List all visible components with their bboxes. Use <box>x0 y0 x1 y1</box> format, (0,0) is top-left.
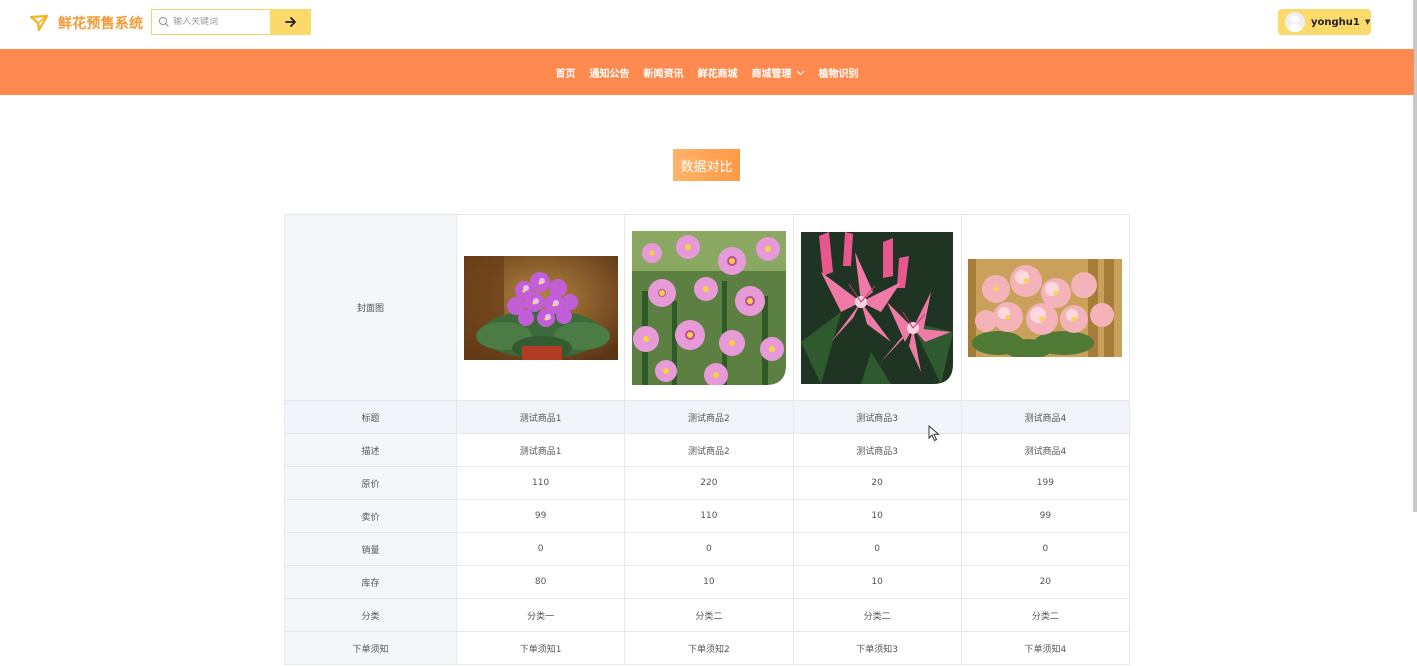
row-label: 描述 <box>284 433 457 467</box>
table-row: 原价 110 220 20 199 <box>284 466 1131 500</box>
avatar <box>1285 12 1305 32</box>
logo[interactable]: 鲜花预售系统 <box>30 13 143 33</box>
table-row: 描述 测试商品1 测试商品2 测试商品3 测试商品4 <box>284 433 1131 467</box>
table-cell: 测试商品4 <box>960 433 1131 467</box>
table-row: 标题 测试商品1 测试商品2 测试商品3 测试商品4 <box>284 400 1131 434</box>
cosmos-flowers-image <box>631 230 786 385</box>
chevron-down-icon <box>796 70 804 75</box>
cover-cell <box>624 214 794 401</box>
row-label: 库存 <box>284 565 457 599</box>
nav-item-plant-recognition[interactable]: 植物识别 <box>819 65 859 80</box>
table-cell: 0 <box>960 532 1131 566</box>
table-cell: 199 <box>960 466 1131 500</box>
table-cell: 分类二 <box>792 598 962 632</box>
caret-down-icon: ▼ <box>1364 18 1371 26</box>
nav-label: 新闻资讯 <box>643 68 684 80</box>
search-icon <box>158 16 169 27</box>
table-cell: 0 <box>792 532 962 566</box>
comparison-table: 封面图 标题 测试商品1 测试商品2 测试商品3 测试商品4 描述 测试商品1 … <box>284 214 1131 665</box>
nav-item-home[interactable]: 首页 <box>556 65 576 80</box>
nav-item-mall-management[interactable]: 商城管理 <box>752 65 805 80</box>
nav-label: 商城管理 <box>751 68 792 80</box>
search-submit-button[interactable] <box>270 9 311 35</box>
nav-label: 植物识别 <box>818 68 859 80</box>
main-nav: 首页 通知公告 新闻资讯 鲜花商城 商城管理 植物识别 <box>0 49 1414 95</box>
top-bar: 鲜花预售系统 yonghu1 ▼ <box>0 0 1417 49</box>
row-label: 卖价 <box>284 499 457 533</box>
row-label: 分类 <box>284 598 457 632</box>
table-cell: 99 <box>455 499 626 533</box>
search-box <box>151 9 270 35</box>
cover-cell <box>455 214 626 401</box>
nav-label: 通知公告 <box>589 68 630 80</box>
table-cell: 分类二 <box>624 598 794 632</box>
table-cell: 99 <box>960 499 1131 533</box>
paper-plane-icon <box>30 14 48 32</box>
row-label: 原价 <box>284 466 457 500</box>
table-cell: 10 <box>792 499 962 533</box>
table-row: 销量 0 0 0 0 <box>284 532 1131 566</box>
table-cell: 110 <box>624 499 794 533</box>
table-cell: 测试商品1 <box>455 400 626 434</box>
table-cell: 220 <box>624 466 794 500</box>
table-cell: 0 <box>624 532 794 566</box>
table-cell: 10 <box>792 565 962 599</box>
table-cell: 0 <box>455 532 626 566</box>
table-cell: 110 <box>455 466 626 500</box>
search-bar <box>151 9 311 35</box>
african-violet-image <box>463 255 618 360</box>
page-title: 数据对比 <box>673 149 740 181</box>
pink-lily-image <box>801 231 954 384</box>
table-cell: 20 <box>960 565 1131 599</box>
table-row: 分类 分类一 分类二 分类二 分类二 <box>284 598 1131 632</box>
nav-label: 首页 <box>555 68 576 80</box>
table-cell: 下单须知1 <box>455 631 626 665</box>
user-menu-button[interactable]: yonghu1 ▼ <box>1278 9 1371 35</box>
nav-item-flower-mall[interactable]: 鲜花商城 <box>698 65 738 80</box>
table-row: 封面图 <box>284 214 1131 401</box>
row-label: 下单须知 <box>284 631 457 665</box>
nav-item-news[interactable]: 新闻资讯 <box>644 65 684 80</box>
app-title: 鲜花预售系统 <box>58 16 144 32</box>
table-cell: 80 <box>455 565 626 599</box>
table-cell: 20 <box>792 466 962 500</box>
row-label: 封面图 <box>284 214 457 401</box>
table-cell: 10 <box>624 565 794 599</box>
table-row: 卖价 99 110 10 99 <box>284 499 1131 533</box>
table-cell: 测试商品2 <box>624 400 794 434</box>
table-cell: 下单须知2 <box>624 631 794 665</box>
table-cell: 分类二 <box>960 598 1131 632</box>
cover-cell <box>960 214 1131 401</box>
table-row: 下单须知 下单须知1 下单须知2 下单须知3 下单须知4 <box>284 631 1131 665</box>
nav-label: 鲜花商城 <box>697 68 738 80</box>
mouse-cursor-icon <box>928 425 940 442</box>
pink-begonia-image <box>968 258 1123 357</box>
table-cell: 分类一 <box>455 598 626 632</box>
cover-cell <box>792 214 962 401</box>
search-input[interactable] <box>173 17 269 27</box>
table-cell: 测试商品4 <box>960 400 1131 434</box>
row-label: 标题 <box>284 400 457 434</box>
table-cell: 下单须知3 <box>792 631 962 665</box>
arrow-right-icon <box>284 17 296 27</box>
row-label: 销量 <box>284 532 457 566</box>
nav-item-notices[interactable]: 通知公告 <box>590 65 630 80</box>
table-cell: 下单须知4 <box>960 631 1131 665</box>
table-cell: 测试商品1 <box>455 433 626 467</box>
user-name: yonghu1 <box>1311 16 1360 28</box>
table-cell: 测试商品2 <box>624 433 794 467</box>
table-row: 库存 80 10 10 20 <box>284 565 1131 599</box>
